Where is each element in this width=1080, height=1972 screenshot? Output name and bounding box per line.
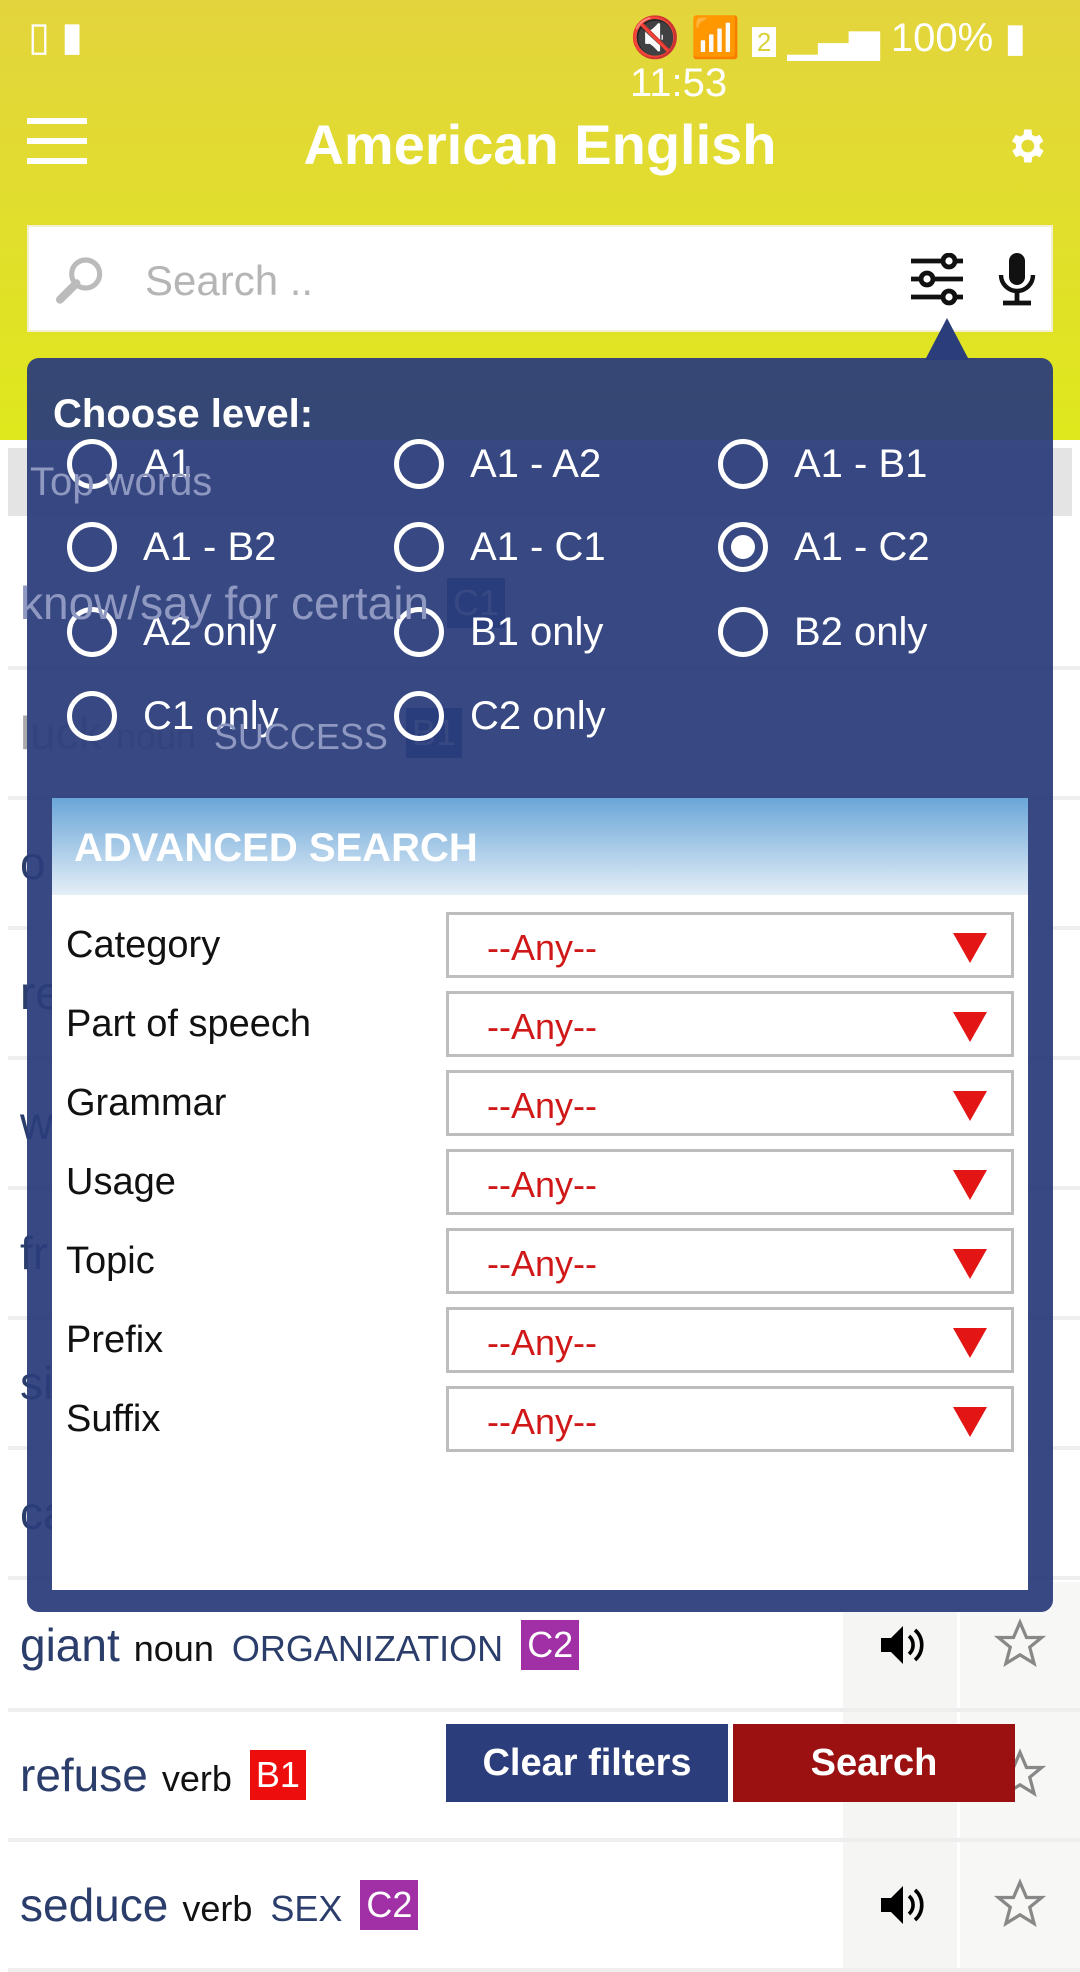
filter-select[interactable]: --Any-- bbox=[446, 1070, 1014, 1136]
clear-filters-button[interactable]: Clear filters bbox=[446, 1724, 728, 1802]
filter-row: Category --Any-- bbox=[52, 912, 1028, 978]
dropdown-arrow-icon bbox=[953, 1407, 987, 1437]
dropdown-arrow-icon bbox=[953, 1170, 987, 1200]
part-of-speech: verb bbox=[161, 1758, 232, 1799]
filter-select[interactable]: --Any-- bbox=[446, 991, 1014, 1057]
radio-label: A1 - B2 bbox=[143, 524, 277, 569]
filter-row: Usage --Any-- bbox=[52, 1149, 1028, 1215]
radio-circle[interactable] bbox=[67, 522, 117, 572]
radio-label: A1 - A2 bbox=[470, 441, 602, 486]
popup-pointer bbox=[925, 318, 969, 360]
level-badge: B1 bbox=[249, 1750, 306, 1800]
dropdown-arrow-icon bbox=[953, 933, 987, 963]
level-badge: C2 bbox=[521, 1620, 580, 1670]
select-value: --Any-- bbox=[487, 1322, 597, 1363]
select-value: --Any-- bbox=[487, 1085, 597, 1126]
part-of-speech: noun bbox=[133, 1628, 214, 1669]
filter-row: Part of speech --Any-- bbox=[52, 991, 1028, 1057]
filter-label: Topic bbox=[66, 1240, 155, 1282]
clock: 11:53 bbox=[630, 61, 728, 105]
level-radio[interactable]: A1 - B2 bbox=[67, 522, 276, 572]
filter-label: Grammar bbox=[66, 1082, 227, 1124]
filter-row: Grammar --Any-- bbox=[52, 1070, 1028, 1136]
speaker-button[interactable] bbox=[843, 1842, 957, 1968]
radio-circle[interactable] bbox=[718, 439, 768, 489]
select-value: --Any-- bbox=[487, 1006, 597, 1047]
dropdown-arrow-icon bbox=[953, 1012, 987, 1042]
sim-badge: 2 bbox=[751, 27, 777, 57]
list-item[interactable]: seduce verb SEX C2 bbox=[8, 1842, 1080, 1972]
gear-icon[interactable] bbox=[1004, 124, 1048, 168]
topic: SEX bbox=[270, 1888, 343, 1929]
filter-row: Prefix --Any-- bbox=[52, 1307, 1028, 1373]
filter-select[interactable]: --Any-- bbox=[446, 1149, 1014, 1215]
sliders-icon[interactable] bbox=[909, 253, 965, 307]
filter-row: Suffix --Any-- bbox=[52, 1386, 1028, 1452]
filter-label: Usage bbox=[66, 1161, 176, 1203]
word: refuse bbox=[20, 1749, 148, 1801]
select-value: --Any-- bbox=[487, 927, 597, 968]
filter-select[interactable]: --Any-- bbox=[446, 1307, 1014, 1373]
search-icon bbox=[55, 257, 103, 304]
list-header: Top words bbox=[30, 460, 213, 504]
dropdown-arrow-icon bbox=[953, 1249, 987, 1279]
filter-label: Prefix bbox=[66, 1319, 164, 1361]
radio-circle[interactable] bbox=[718, 522, 768, 572]
topic: SUCCESS bbox=[213, 716, 388, 757]
word: know/say for certain bbox=[20, 577, 430, 629]
filter-select[interactable]: --Any-- bbox=[446, 912, 1014, 978]
advanced-search-panel: ADVANCED SEARCH Category --Any-- Part of s… bbox=[52, 798, 1028, 1802]
radio-circle[interactable] bbox=[67, 691, 117, 741]
level-radio[interactable]: C2 only bbox=[394, 691, 606, 741]
speaker-icon bbox=[881, 1886, 924, 1924]
select-value: --Any-- bbox=[487, 1243, 597, 1284]
radio-circle[interactable] bbox=[718, 607, 768, 657]
filter-row: Topic --Any-- bbox=[52, 1228, 1028, 1294]
filter-select[interactable]: --Any-- bbox=[446, 1386, 1014, 1452]
word: seduce bbox=[20, 1879, 169, 1931]
status-left-icons: ▯ ▮ bbox=[28, 15, 84, 59]
filter-popup: Choose level: A1 A1 - A2 A1 - B1 A1 - B2 A1 … bbox=[27, 358, 1053, 1802]
select-value: --Any-- bbox=[487, 1401, 597, 1442]
dropdown-arrow-icon bbox=[953, 1091, 987, 1121]
filter-label: Suffix bbox=[66, 1398, 161, 1440]
level-radio[interactable]: A1 - C2 bbox=[718, 522, 930, 572]
battery-level: 100% bbox=[890, 16, 994, 60]
microphone-icon[interactable] bbox=[997, 251, 1037, 307]
radio-label: B1 only bbox=[470, 609, 604, 654]
radio-label: A1 - C2 bbox=[794, 524, 930, 569]
radio-label: B2 only bbox=[794, 609, 928, 654]
radio-label: C2 only bbox=[470, 693, 606, 738]
level-radio[interactable]: A1 - B1 bbox=[718, 439, 927, 489]
filter-label: Category bbox=[66, 924, 221, 966]
star-icon bbox=[993, 1878, 1047, 1928]
page-title: American English bbox=[303, 113, 777, 176]
radio-label: A1 - C1 bbox=[470, 524, 606, 569]
choose-level-title: Choose level: bbox=[53, 392, 314, 436]
radio-circle[interactable] bbox=[394, 522, 444, 572]
radio-label: A1 - B1 bbox=[794, 441, 928, 486]
level-radio[interactable]: A1 - A2 bbox=[394, 439, 601, 489]
radio-circle[interactable] bbox=[394, 439, 444, 489]
filter-label: Part of speech bbox=[66, 1003, 312, 1045]
topic: ORGANIZATION bbox=[231, 1628, 504, 1669]
speaker-icon bbox=[881, 1626, 924, 1664]
star-icon bbox=[993, 1618, 1047, 1668]
select-value: --Any-- bbox=[487, 1164, 597, 1205]
dropdown-arrow-icon bbox=[953, 1328, 987, 1358]
advanced-search-title: ADVANCED SEARCH bbox=[52, 798, 1028, 895]
filter-select[interactable]: --Any-- bbox=[446, 1228, 1014, 1294]
part-of-speech: verb bbox=[182, 1888, 253, 1929]
search-input[interactable]: Search .. bbox=[145, 257, 313, 305]
radio-circle[interactable] bbox=[394, 691, 444, 741]
search-button[interactable]: Search bbox=[733, 1724, 1015, 1802]
level-radio[interactable]: A1 - C1 bbox=[394, 522, 606, 572]
level-badge: C2 bbox=[360, 1880, 419, 1930]
favorite-button[interactable] bbox=[960, 1842, 1080, 1968]
search-bar[interactable]: Search .. bbox=[27, 225, 1053, 332]
word: giant bbox=[20, 1619, 120, 1671]
status-right: 🔇 📶 2 ▁▃▅ 100% ▮ 11:53 bbox=[630, 16, 1027, 105]
level-radio[interactable]: B2 only bbox=[718, 607, 927, 657]
